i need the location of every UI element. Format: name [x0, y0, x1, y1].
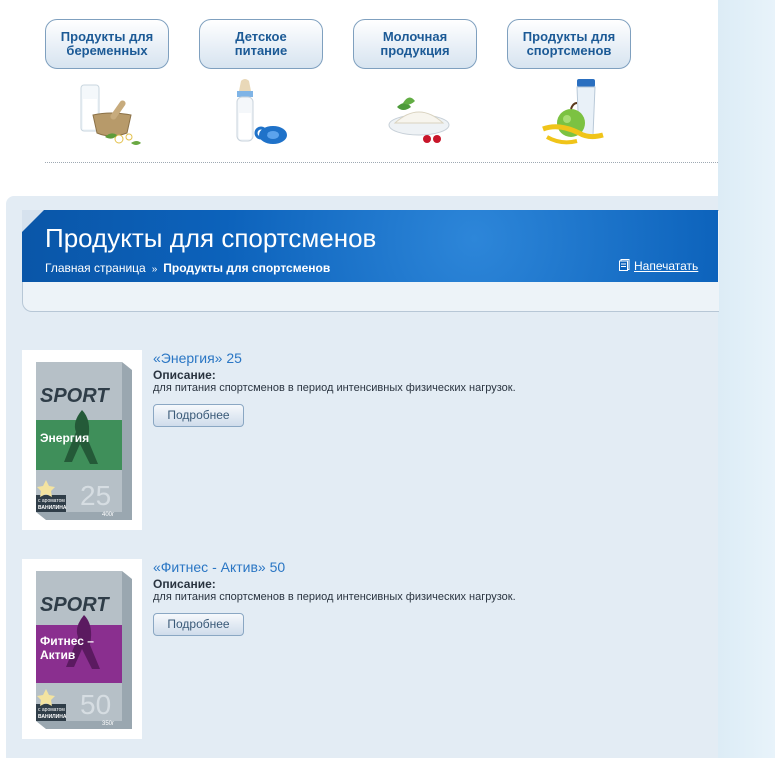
more-button[interactable]: Подробнее	[153, 404, 244, 427]
product-image[interactable]: SPORT Энергия 25 с ароматом ВАНИЛИНА 400…	[22, 350, 142, 530]
product-item: SPORT Фитнес – Актив 50 с ароматом ВАНИЛ…	[22, 559, 712, 739]
more-button[interactable]: Подробнее	[153, 613, 244, 636]
milk-herbs-icon	[80, 84, 141, 145]
box-number: 25	[80, 480, 111, 511]
breadcrumb-current: Продукты для спортсменов	[163, 261, 331, 275]
category-sports[interactable]: Продукты для спортсменов	[507, 19, 631, 145]
shaker-apple-icon	[542, 79, 604, 145]
page-banner: Продукты для спортсменов Главная страниц…	[22, 210, 718, 282]
baby-bottle-icon	[236, 79, 287, 144]
product-desc-label: Описание:	[153, 577, 216, 591]
banner-corner-fold	[22, 210, 44, 232]
box-brand-text: SPORT	[40, 594, 110, 616]
box-weight: 400г	[102, 512, 115, 518]
category-baby[interactable]: Детское питание	[199, 19, 323, 144]
product-image[interactable]: SPORT Фитнес – Актив 50 с ароматом ВАНИЛ…	[22, 559, 142, 739]
product-description: для питания спортсменов в период интенси…	[153, 382, 516, 394]
box-flavor-line1: с ароматом	[38, 707, 65, 713]
breadcrumb: Главная страница » Продукты для спортсмено…	[45, 261, 330, 275]
product-title-link[interactable]: «Энергия» 25	[153, 350, 242, 366]
category-dairy[interactable]: Молочная продукция	[353, 19, 477, 143]
print-icon	[619, 259, 630, 271]
product-desc-label: Описание:	[153, 368, 216, 382]
product-item: SPORT Энергия 25 с ароматом ВАНИЛИНА 400…	[22, 350, 712, 530]
box-flavor-line2: ВАНИЛИНА	[38, 505, 67, 511]
box-product-name-line1: Фитнес –	[40, 634, 94, 648]
box-product-name-line2: Актив	[40, 648, 75, 662]
box-weight: 350г	[102, 721, 115, 727]
category-pregnant-button[interactable]: Продукты для беременных	[45, 19, 169, 69]
product-description: для питания спортсменов в период интенси…	[153, 591, 516, 603]
print-link[interactable]: Напечатать	[619, 259, 698, 273]
box-product-name: Энергия	[40, 431, 89, 445]
product-title-link[interactable]: «Фитнес - Актив» 50	[153, 559, 285, 575]
box-brand-text: SPORT	[40, 385, 110, 407]
category-dairy-button[interactable]: Молочная продукция	[353, 19, 477, 69]
cottage-cheese-icon	[388, 97, 450, 143]
box-number: 50	[80, 689, 111, 720]
category-baby-button[interactable]: Детское питание	[199, 19, 323, 69]
side-strip	[718, 0, 775, 758]
box-flavor-line2: ВАНИЛИНА	[38, 714, 67, 720]
content-panel: Продукты для спортсменов Главная страниц…	[6, 196, 719, 758]
category-pregnant[interactable]: Продукты для беременных	[45, 19, 169, 145]
page-title: Продукты для спортсменов	[45, 223, 377, 253]
category-sports-button[interactable]: Продукты для спортсменов	[507, 19, 631, 69]
box-flavor-line1: с ароматом	[38, 498, 65, 504]
breadcrumb-separator: »	[151, 264, 158, 275]
breadcrumb-home-link[interactable]: Главная страница	[45, 261, 146, 275]
category-divider	[45, 162, 718, 163]
